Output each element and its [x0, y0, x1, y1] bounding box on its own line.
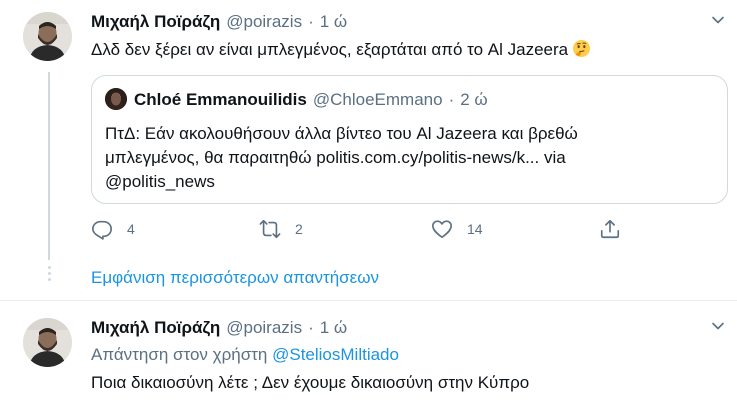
thread-line	[48, 72, 50, 260]
author-handle[interactable]: @poirazis	[226, 12, 302, 32]
dot	[47, 266, 51, 269]
like-count: 14	[467, 221, 483, 237]
avatar[interactable]	[23, 318, 72, 367]
retweet-button[interactable]: 2	[259, 218, 303, 240]
author-name[interactable]: Μιχαήλ Ποϊράζη	[91, 12, 220, 32]
separator-dot: ·	[308, 12, 314, 31]
replying-to-mention[interactable]: @SteliosMiltiado	[272, 345, 399, 364]
thread-dots	[46, 266, 52, 284]
like-button[interactable]: 14	[431, 218, 483, 240]
quoted-text-line: @politis_news	[105, 172, 215, 191]
quoted-avatar[interactable]	[105, 88, 127, 110]
quoted-header: Chloé Emmanouilidis @ChloeEmmano · 2 ώ	[134, 90, 488, 110]
replying-to-label: Απάντηση στον χρήστη	[91, 345, 268, 364]
share-icon	[600, 219, 620, 239]
heart-icon	[432, 220, 452, 239]
retweet-count: 2	[295, 221, 303, 237]
tweet-header: Μιχαήλ Ποϊράζη @poirazis · 1 ώ	[91, 318, 347, 338]
dot	[47, 272, 51, 275]
separator-dot: ·	[448, 90, 455, 109]
replying-to: Απάντηση στον χρήστη @SteliosMiltiado	[91, 345, 399, 365]
author-handle[interactable]: @poirazis	[226, 318, 302, 338]
dot	[47, 278, 51, 281]
author-name[interactable]: Μιχαήλ Ποϊράζη	[91, 318, 220, 338]
quoted-tweet[interactable]: Chloé Emmanouilidis @ChloeEmmano · 2 ώ Π…	[91, 75, 728, 204]
thinking-face-icon	[573, 39, 591, 58]
show-more-replies-link[interactable]: Εμφάνιση περισσότερων απαντήσεων	[91, 268, 379, 288]
reply-icon	[92, 220, 112, 240]
quoted-text: ΠτΔ: Εάν ακολουθήσουν άλλα βίντεο του Al…	[105, 122, 705, 194]
chevron-down-icon[interactable]	[711, 13, 725, 27]
retweet-icon	[259, 219, 281, 239]
share-button[interactable]	[599, 218, 621, 240]
quoted-author-name[interactable]: Chloé Emmanouilidis	[134, 90, 307, 110]
tweet-header: Μιχαήλ Ποϊράζη @poirazis · 1 ώ	[91, 12, 347, 32]
quoted-timestamp[interactable]: 2 ώ	[460, 90, 487, 110]
tweet-actions: 4 2 14	[91, 218, 651, 242]
quoted-text-line: μπλεγμένος, θα παραιτηθώ politis.com.cy/…	[105, 148, 566, 167]
reply-count: 4	[127, 221, 135, 237]
avatar[interactable]	[23, 12, 72, 61]
tweet-text: Δλδ δεν ξέρει αν είναι μπλεγμένος, εξαρτ…	[91, 38, 591, 62]
chevron-down-icon[interactable]	[711, 319, 725, 333]
timestamp[interactable]: 1 ώ	[320, 12, 347, 32]
timestamp[interactable]: 1 ώ	[320, 318, 347, 338]
quoted-author-handle[interactable]: @ChloeEmmano	[313, 90, 443, 110]
separator-dot: ·	[308, 318, 314, 337]
quoted-text-line: ΠτΔ: Εάν ακολουθήσουν άλλα βίντεο του Al…	[105, 124, 578, 143]
tweet-text-content: Δλδ δεν ξέρει αν είναι μπλεγμένος, εξαρτ…	[91, 40, 569, 59]
tweet-text: Ποια δικαιοσύνη λέτε ; Δεν έχουμε δικαιο…	[91, 373, 530, 392]
reply-button[interactable]: 4	[91, 218, 135, 240]
tweet-divider	[0, 300, 737, 301]
